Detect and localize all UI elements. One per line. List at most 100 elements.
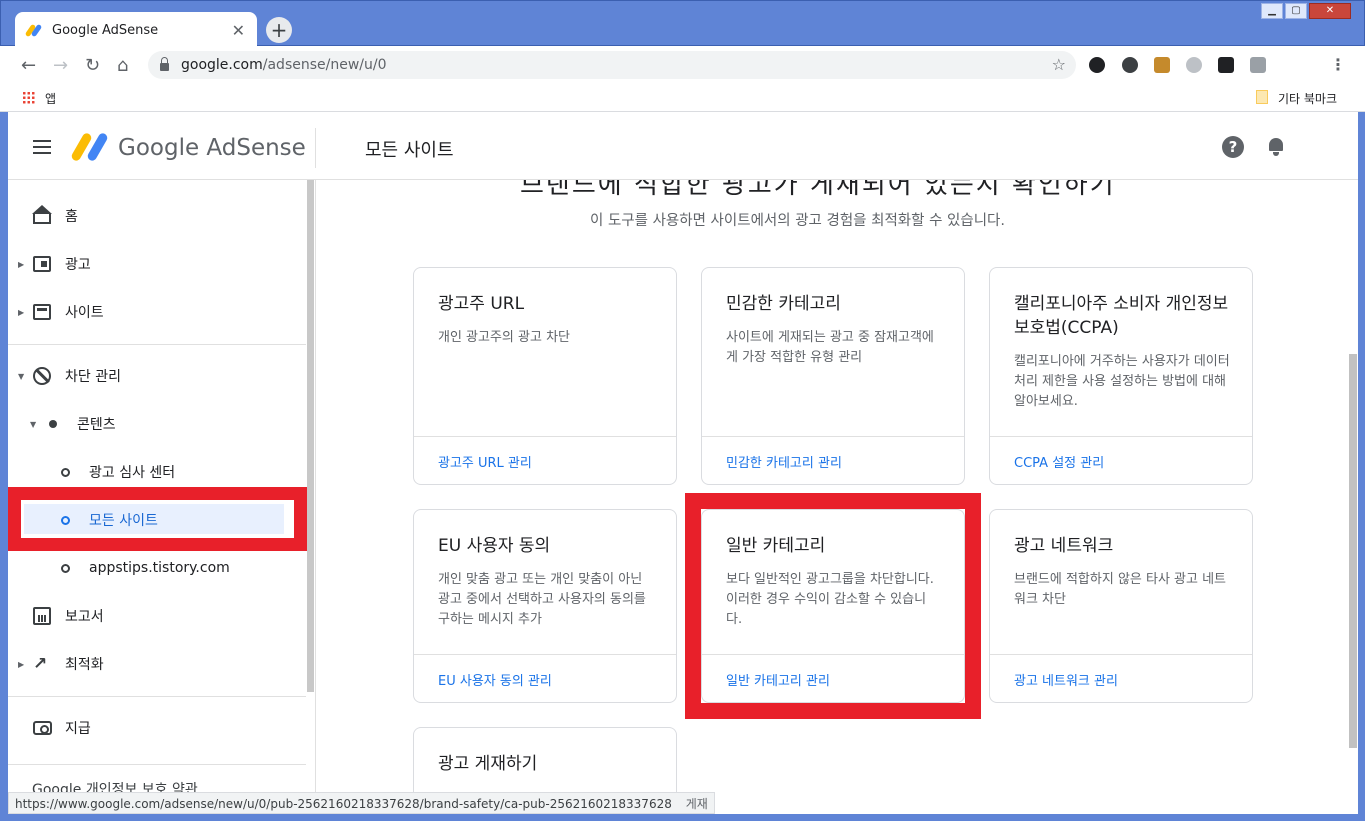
sidebar-item-content[interactable]: ▼ 콘텐츠 [8,402,306,446]
link-status-bar: https://www.google.com/adsense/new/u/0/p… [8,792,715,814]
url-path: /adsense/new/u/0 [262,57,387,73]
maximize-button[interactable]: ▢ [1285,3,1307,19]
advertiser-url-manage-link[interactable]: 광고주 URL 관리 [438,452,532,471]
reload-icon[interactable]: ↻ [85,55,100,76]
sidebar-label-optimize: 최적화 [65,657,104,673]
highlight-box-general-categories [685,493,981,719]
card-description: 개인 광고주의 광고 차단 [438,330,570,345]
eu-consent-manage-link[interactable]: EU 사용자 동의 관리 [438,670,552,689]
extension-icon-1[interactable] [1089,57,1105,73]
block-icon [33,367,51,385]
card-footer: 광고 네트워크 관리 [990,654,1252,702]
bookmarks-bar: 앱 기타 북마크 [0,84,1365,112]
sidebar-scrollbar[interactable] [307,180,314,692]
forward-arrow-icon[interactable]: → [53,55,68,76]
bookmark-star-icon[interactable]: ☆ [1052,55,1066,74]
card-ad-networks: 광고 네트워크 브랜드에 적합하지 않은 타사 광고 네트워크 차단 광고 네트… [989,509,1253,703]
window-close-button[interactable]: ✕ [1309,3,1351,19]
notification-bell-icon[interactable] [1268,136,1284,156]
sidebar-item-payments[interactable]: 지급 [8,706,306,750]
cast-extension-icon[interactable] [1250,57,1266,73]
card-footer: CCPA 설정 관리 [990,436,1252,484]
card-footer: 민감한 카테고리 관리 [702,436,964,484]
status-trailing-text: 게재 [685,797,708,811]
extension-icon-3[interactable] [1154,57,1170,73]
page-scrollbar[interactable] [1349,354,1357,748]
card-description: 사이트에 게재되는 광고 중 잠재고객에게 가장 적합한 유형 관리 [726,330,934,365]
payments-icon [33,721,52,735]
card-title: 광고 네트워크 [1014,536,1114,556]
sites-icon [33,304,51,320]
hamburger-menu-icon[interactable] [33,140,51,154]
sidebar-item-site-domain[interactable]: appstips.tistory.com [8,546,306,590]
extension-icon-2[interactable] [1122,57,1138,73]
expand-arrow-icon[interactable]: ▶ [18,308,24,317]
address-bar[interactable]: google.com/adsense/new/u/0 ☆ [148,51,1076,79]
sidebar-label-home: 홈 [65,209,78,225]
minimize-button[interactable]: ▁ [1261,3,1283,19]
apps-grid-icon[interactable] [22,91,35,104]
card-title: 캘리포니아주 소비자 개인정보 보호법(CCPA) [1014,294,1229,338]
card-title: 광고 게재하기 [438,754,538,774]
card-title: 민감한 카테고리 [726,294,841,314]
ccpa-manage-link[interactable]: CCPA 설정 관리 [1014,452,1104,471]
globe-extension-icon[interactable] [1186,57,1202,73]
trending-up-icon: ↗ [33,654,48,674]
sidebar-item-reports[interactable]: 보고서 [8,594,306,638]
browser-menu-icon[interactable]: ⋮ [1330,55,1346,74]
sidebar-label-reports: 보고서 [65,609,104,625]
reports-icon [33,607,51,625]
header-divider [315,128,316,168]
sidebar-label-ad-review: 광고 심사 센터 [89,465,176,481]
main-title-clip-region: 브랜드에 적합한 광고가 게재되어 있는지 확인하기 [316,180,1358,196]
apps-bookmark[interactable]: 앱 [45,90,56,107]
folder-icon [1256,90,1268,104]
app-header: Google AdSense 모든 사이트 ? [8,116,1358,180]
window-frame-left [0,112,8,814]
window-frame-bottom [0,814,1365,821]
sidebar-item-home[interactable]: 홈 [8,194,306,238]
sidebar-divider [8,344,306,345]
card-description: 캘리포니아에 거주하는 사용자가 데이터 처리 제한을 사용 설정하는 방법에 … [1014,354,1230,409]
sensitive-categories-manage-link[interactable]: 민감한 카테고리 관리 [726,452,842,471]
card-description: 브랜드에 적합하지 않은 타사 광고 네트워크 차단 [1014,572,1227,607]
ads-icon [33,256,51,272]
browser-toolbar: ← → ↻ ⌂ google.com/adsense/new/u/0 ☆ ⋮ [0,46,1365,84]
sidebar-label-sites: 사이트 [65,305,104,321]
tab-title: Google AdSense [52,22,159,38]
expand-arrow-icon[interactable]: ▶ [18,660,24,669]
expand-arrow-icon[interactable]: ▶ [18,260,24,269]
card-footer: EU 사용자 동의 관리 [414,654,676,702]
card-advertiser-url: 광고주 URL 개인 광고주의 광고 차단 광고주 URL 관리 [413,267,677,485]
cyclist-extension-icon[interactable] [1218,57,1234,73]
sidebar-item-ads[interactable]: ▶ 광고 [8,242,306,286]
back-arrow-icon[interactable]: ← [21,55,36,76]
card-description: 개인 맞춤 광고 또는 개인 맞춤이 아닌 광고 중에서 선택하고 사용자의 동… [438,572,646,627]
card-footer: 광고주 URL 관리 [414,436,676,484]
url-host: google.com [181,57,263,73]
tab-close-icon[interactable]: ✕ [232,21,245,40]
sidebar-item-optimize[interactable]: ▶ ↗ 최적화 [8,642,306,686]
logo-text: Google AdSense [118,135,306,161]
lock-icon [160,57,169,71]
sidebar-label-payments: 지급 [65,721,91,737]
window-frame-right [1358,112,1365,814]
section-title: 브랜드에 적합한 광고가 게재되어 있는지 확인하기 [520,180,1116,196]
status-url: https://www.google.com/adsense/new/u/0/p… [15,797,672,811]
browser-tab[interactable]: Google AdSense ✕ [15,12,257,48]
circle-icon [61,467,70,477]
sidebar-item-blocking[interactable]: ▼ 차단 관리 [8,354,306,398]
new-tab-button[interactable]: + [266,17,292,43]
sidebar-divider [8,696,306,697]
collapse-arrow-icon[interactable]: ▼ [30,420,36,429]
card-title: 광고주 URL [438,294,525,314]
home-nav-icon [32,205,52,224]
browser-title-bar: Google AdSense ✕ + ▁ ▢ ✕ [0,0,1365,48]
collapse-arrow-icon[interactable]: ▼ [18,372,24,381]
home-icon[interactable]: ⌂ [117,55,128,76]
sidebar-item-sites[interactable]: ▶ 사이트 [8,290,306,334]
page-title: 모든 사이트 [365,140,454,161]
help-icon[interactable]: ? [1222,136,1244,158]
other-bookmarks[interactable]: 기타 북마크 [1278,90,1337,107]
ad-networks-manage-link[interactable]: 광고 네트워크 관리 [1014,670,1118,689]
